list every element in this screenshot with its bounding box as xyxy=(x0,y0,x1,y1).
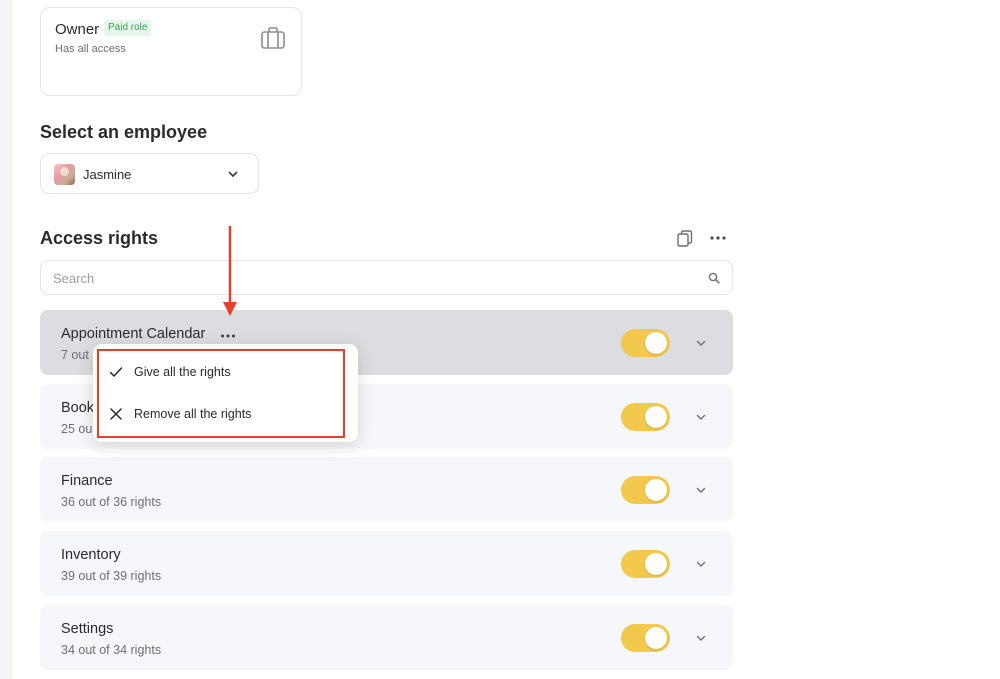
module-toggle[interactable] xyxy=(621,329,670,357)
chevron-down-icon[interactable] xyxy=(695,632,707,644)
module-row-finance[interactable]: Finance 36 out of 36 rights xyxy=(40,457,733,522)
toggle-knob xyxy=(645,627,667,649)
chevron-down-icon[interactable] xyxy=(695,484,707,496)
chevron-down-icon[interactable] xyxy=(695,411,707,423)
avatar xyxy=(54,164,75,185)
module-toggle[interactable] xyxy=(621,550,670,578)
module-rights-count: 39 out of 39 rights xyxy=(61,569,162,583)
more-options-icon[interactable] xyxy=(709,232,727,244)
toggle-knob xyxy=(645,406,667,428)
chevron-down-icon[interactable] xyxy=(695,558,707,570)
module-row-inventory[interactable]: Inventory 39 out of 39 rights xyxy=(40,531,733,596)
module-title: Inventory xyxy=(61,547,121,563)
module-title: Finance xyxy=(61,473,113,489)
role-title: Owner xyxy=(55,21,100,38)
role-card-owner[interactable]: Owner Paid role Has all access xyxy=(40,7,302,96)
module-toggle[interactable] xyxy=(621,476,670,504)
chevron-down-icon xyxy=(228,171,238,177)
select-employee-title: Select an employee xyxy=(40,122,208,142)
menu-item-label: Remove all the rights xyxy=(134,407,252,421)
role-description: Has all access xyxy=(55,43,126,55)
left-rail xyxy=(0,0,12,679)
module-toggle[interactable] xyxy=(621,403,670,431)
access-rights-title: Access rights xyxy=(40,228,159,248)
search-box[interactable] xyxy=(40,260,733,295)
close-icon xyxy=(110,408,122,420)
module-row-settings[interactable]: Settings 34 out of 34 rights xyxy=(40,605,733,670)
module-title: Settings xyxy=(61,621,114,637)
briefcase-icon xyxy=(261,27,285,49)
module-toggle[interactable] xyxy=(621,624,670,652)
search-icon xyxy=(708,272,720,284)
toggle-knob xyxy=(645,332,667,354)
paid-role-badge: Paid role xyxy=(104,20,152,36)
menu-item-remove-all-rights[interactable]: Remove all the rights xyxy=(93,396,343,432)
module-rights-count: 34 out of 34 rights xyxy=(61,643,162,657)
employee-name: Jasmine xyxy=(83,167,132,182)
chevron-down-icon[interactable] xyxy=(695,337,707,349)
module-rights-count: 25 ou xyxy=(61,422,93,436)
copy-icon[interactable] xyxy=(677,230,693,247)
toggle-knob xyxy=(645,553,667,575)
menu-item-give-all-rights[interactable]: Give all the rights xyxy=(93,354,343,390)
toggle-knob xyxy=(645,479,667,501)
employee-select[interactable]: Jasmine xyxy=(40,153,259,194)
rights-dropdown-menu: Give all the rights Remove all the right… xyxy=(93,344,358,442)
module-title: Book xyxy=(61,400,95,416)
check-icon xyxy=(109,367,123,377)
module-more-icon[interactable] xyxy=(220,333,236,339)
module-title: Appointment Calendar xyxy=(61,326,206,342)
module-rights-count: 36 out of 36 rights xyxy=(61,495,162,509)
module-rights-count: 7 out xyxy=(61,348,89,362)
search-input[interactable] xyxy=(53,269,693,287)
menu-item-label: Give all the rights xyxy=(134,365,231,379)
